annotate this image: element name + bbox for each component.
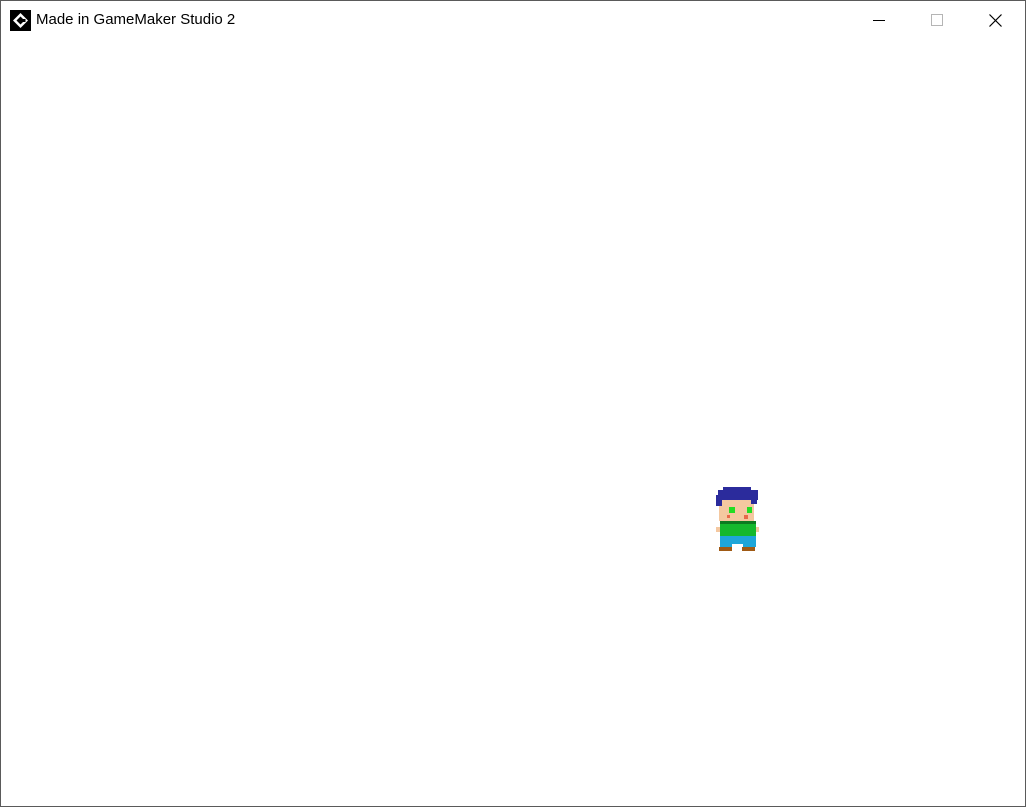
gamemaker-icon[interactable] [10,10,31,31]
game-canvas[interactable] [1,39,1025,806]
player-hair [751,500,757,504]
maximize-button[interactable] [908,1,966,39]
player-shirt [720,524,756,536]
window-title: Made in GameMaker Studio 2 [36,11,236,28]
player-hair [718,490,758,495]
close-button[interactable] [966,1,1024,39]
close-icon [988,13,1002,27]
player-cheek [744,515,748,519]
player-hair [716,500,722,506]
player-shoe [742,547,755,551]
player-hair [723,487,751,490]
minimize-button[interactable] [850,1,908,39]
player-hair [716,495,758,500]
maximize-icon [931,14,943,26]
game-window: Made in GameMaker Studio 2 [0,0,1026,807]
player-arm [716,527,720,532]
player-cheek [727,515,730,518]
player-arm [756,527,759,532]
player-pants [743,544,756,547]
minimize-icon [873,20,885,21]
player-pants [720,536,756,544]
player-shirt [720,521,756,524]
player-pants [720,544,732,547]
player-eye [729,507,735,513]
player-shoe [719,547,732,551]
player-eye [747,507,752,513]
player-face [719,506,722,521]
title-bar[interactable]: Made in GameMaker Studio 2 [1,1,1025,39]
player-character [716,487,759,551]
